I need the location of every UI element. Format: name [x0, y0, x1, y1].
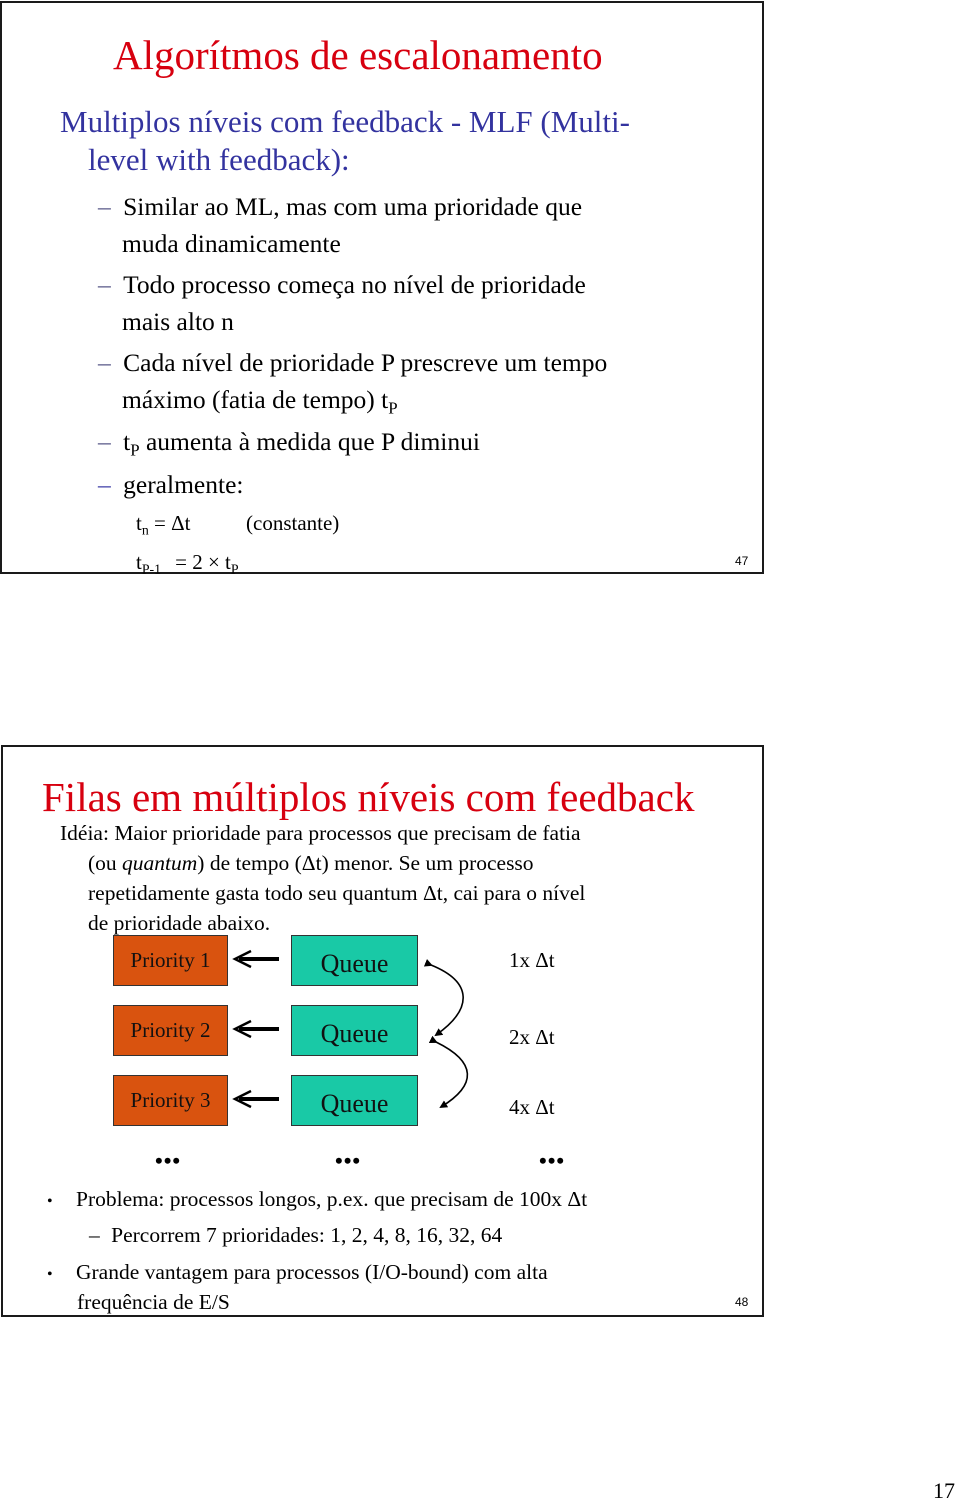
bullet-item: • Problema: processos longos, p.ex. que … [47, 1187, 588, 1211]
list-item-continuation: muda dinamicamente [122, 229, 341, 258]
page-number: 47 [735, 554, 749, 568]
dash-icon: – [98, 427, 111, 456]
list-item: – Cada nível de prioridade P prescreve u… [98, 348, 608, 377]
list-item: – Todo processo começa no nível de prior… [98, 270, 586, 299]
bullet-item-continuation: frequência de E/S [77, 1290, 230, 1314]
formula-note: (constante) [246, 511, 340, 535]
ellipsis-priority: ••• [155, 1148, 182, 1173]
dash-icon: – [89, 1223, 100, 1247]
list-item: – Similar ao ML, mas com uma prioridade … [98, 192, 583, 221]
slide-47: Algorítmos de escalonamento Multiplos ní… [0, 1, 764, 577]
page-number: 48 [735, 1295, 749, 1309]
ellipsis-quantum: ••• [539, 1148, 566, 1173]
bullet-icon: • [47, 1193, 53, 1210]
list-item-continuation: mais alto n [122, 307, 234, 336]
sheet-page-number: 17 [933, 1478, 955, 1503]
curved-double-arrow-icon [423, 959, 464, 1037]
list-item: – geralmente: [98, 470, 244, 499]
arrow-left-icon [232, 1019, 279, 1039]
curved-double-arrow-icon [428, 1035, 469, 1109]
bullet-icon: • [47, 1266, 53, 1283]
dash-icon: – [98, 192, 111, 221]
ellipsis-queue: ••• [335, 1148, 362, 1173]
formula-tp: tP-1 = 2 × tP [136, 550, 239, 577]
dash-icon: – [98, 348, 111, 377]
heading-line-2: level with feedback): [88, 142, 350, 177]
list-item: – tP aumenta à medida que P diminui [98, 427, 480, 460]
dash-icon: – [98, 470, 111, 499]
arrow-left-icon [232, 1089, 279, 1109]
heading-line-1: Multiplos níveis com feedback - MLF (Mul… [60, 104, 630, 139]
slide-title: Algorítmos de escalonamento [113, 32, 603, 78]
formula-tn: tn = Δt [136, 511, 191, 538]
slide-48: Filas em múltiplos níveis com feedback I… [1, 745, 764, 1317]
arrow-left-icon [232, 949, 279, 969]
sub-item: – Percorrem 7 prioridades: 1, 2, 4, 8, 1… [89, 1223, 503, 1247]
dash-icon: – [98, 270, 111, 299]
list-item-continuation: máximo (fatia de tempo) tP [122, 385, 398, 418]
bullet-item: • Grande vantagem para processos (I/O-bo… [47, 1260, 548, 1284]
